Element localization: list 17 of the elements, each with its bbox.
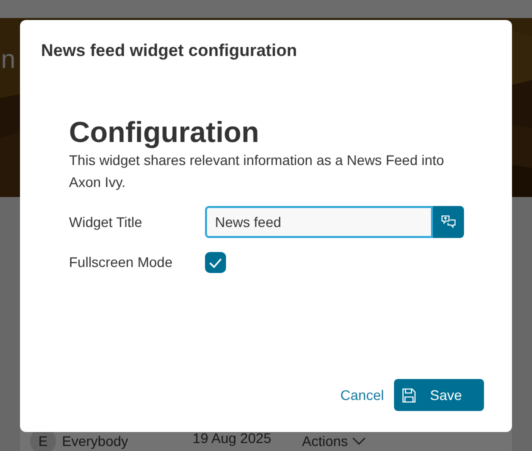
- table-cell-text: 19 Aug 2025: [192, 429, 272, 448]
- cancel-link[interactable]: Cancel: [336, 384, 388, 406]
- save-button[interactable]: Save: [394, 379, 484, 411]
- heading: Configuration: [69, 117, 260, 149]
- actions-dropdown[interactable]: Actions: [298, 428, 366, 449]
- checkbox[interactable]: [205, 252, 226, 273]
- check-icon: [209, 258, 222, 268]
- banner-title: n: [1, 43, 16, 76]
- field-label: Widget Title: [69, 212, 144, 232]
- translate-icon: [441, 215, 456, 229]
- description: This widget shares relevant information as a News Feed into Axon Ivy.: [69, 151, 446, 192]
- field-label: Fullscreen Mode: [69, 253, 174, 272]
- translate-button[interactable]: [433, 206, 464, 238]
- dialog-title: News feed widget configuration: [41, 40, 298, 62]
- table-cell-text: Everybody: [62, 432, 130, 449]
- input-field[interactable]: News feed: [205, 206, 433, 238]
- chevron-down-icon: [352, 437, 366, 445]
